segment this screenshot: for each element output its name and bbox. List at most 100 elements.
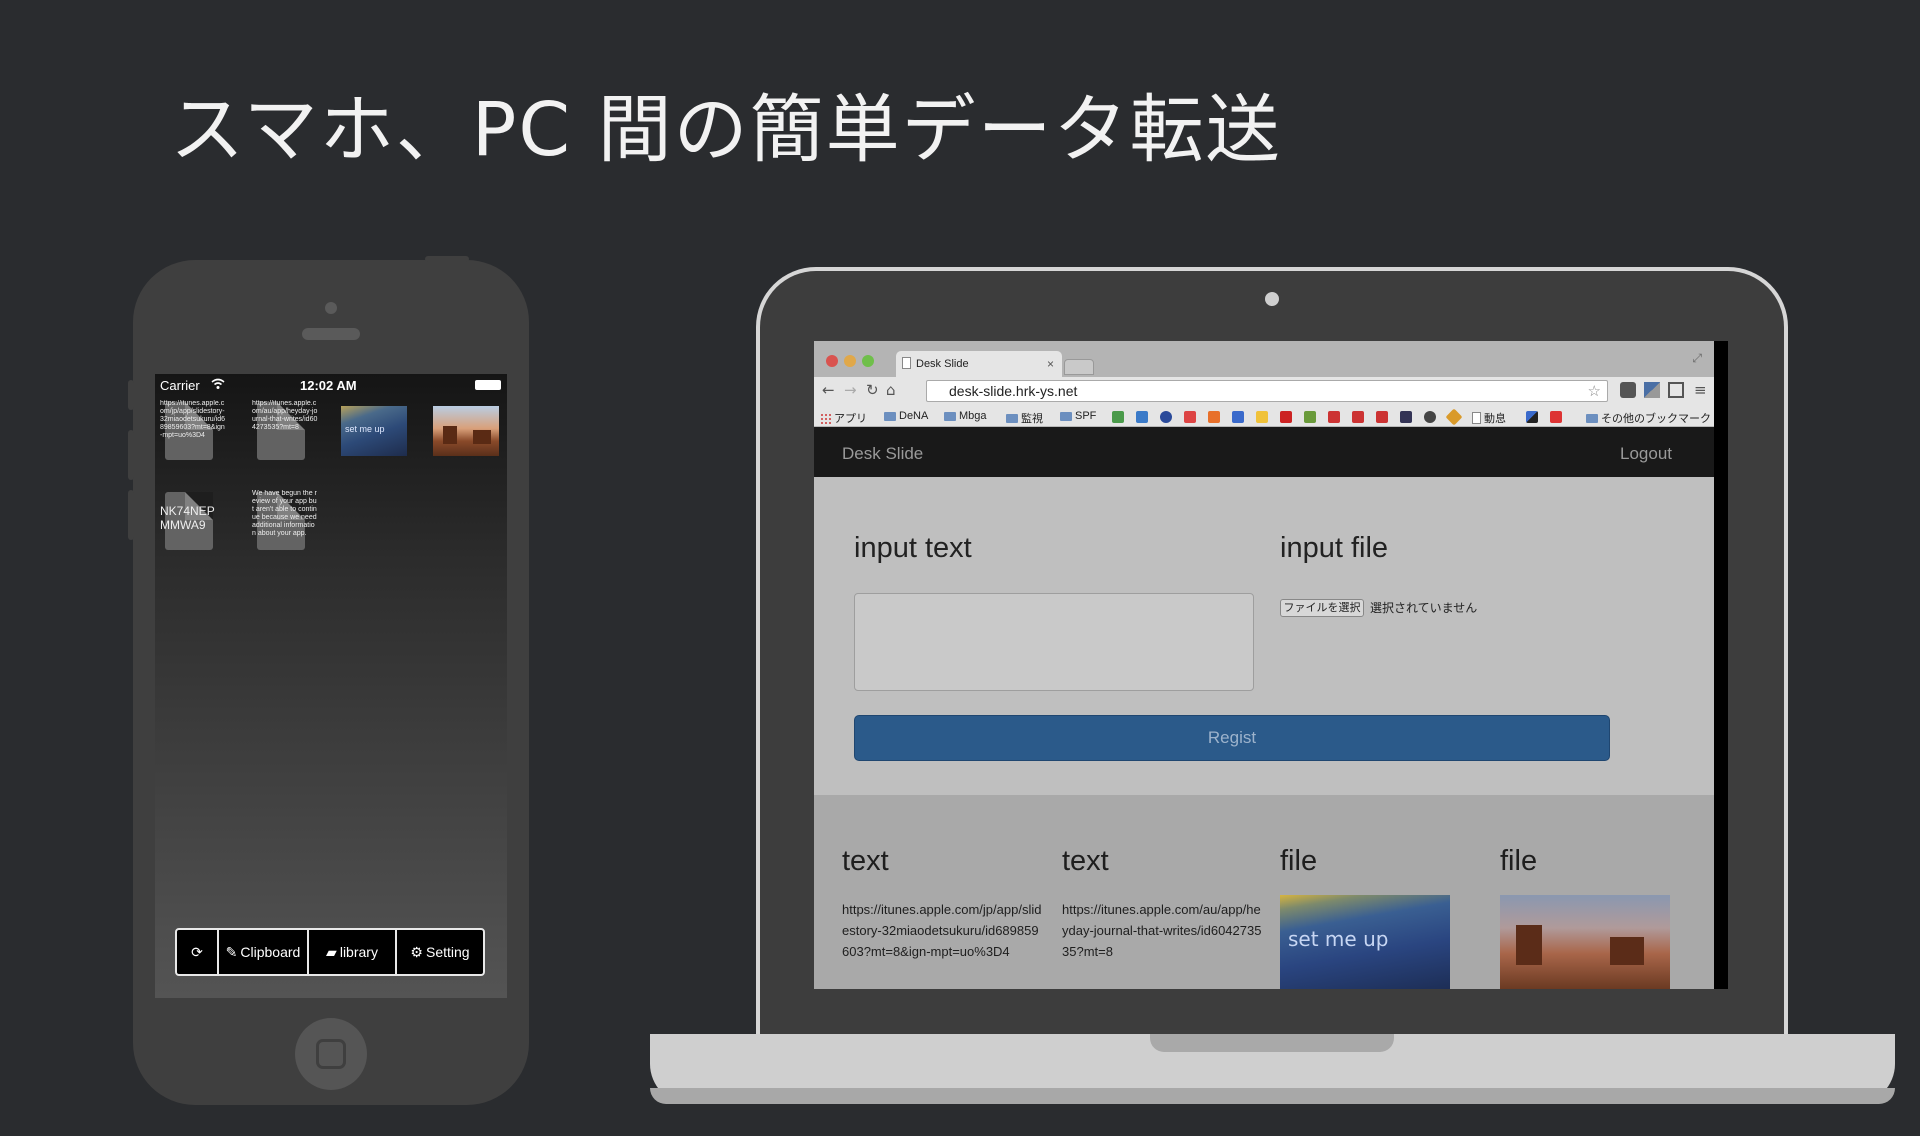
menu-icon[interactable]: ≡ [1694,381,1707,399]
volume-up-button [128,430,134,480]
laptop-screen: Desk Slide × ⤢ ← → ↻ ⌂ desk-slide.hrk-ys… [814,341,1728,989]
clipboard-tab[interactable]: ✎ Clipboard [219,930,309,974]
image-item[interactable]: set me up [341,398,411,464]
entry-text[interactable]: https://itunes.apple.com/jp/app/slidesto… [842,899,1042,962]
clipboard-tab-label: Clipboard [240,944,301,960]
entries-list: text https://itunes.apple.com/jp/app/sli… [814,795,1714,989]
entry-kind-label: file [1500,845,1538,877]
power-button [425,256,469,262]
entry-file-thumbnail[interactable]: set me up [1280,895,1450,989]
webcam [1265,292,1279,306]
folder-icon [1586,413,1598,423]
fullscreen-icon[interactable]: ⤢ [1692,351,1702,366]
pocket-favicon-icon[interactable] [1550,411,1562,423]
clip-item-text: https://itunes.apple.com/jp/app/slidesto… [160,400,225,439]
zoom-window-button[interactable] [862,355,874,367]
bookmark-favicon-icon[interactable] [1352,411,1364,423]
forward-arrow-icon[interactable]: → [844,381,857,399]
bookmark-favicon-icon[interactable] [1526,411,1538,423]
butte-shape [443,426,457,444]
blogger-icon[interactable] [1208,411,1220,423]
bookmark-folder[interactable]: 監視 [1006,410,1043,426]
logout-link[interactable]: Logout [1620,444,1672,464]
bookmark-favicon-icon[interactable] [1445,408,1463,426]
paperclip-icon: ✎ [225,943,238,960]
bookmark-star-icon[interactable]: ☆ [1588,382,1601,400]
text-input[interactable] [854,593,1254,691]
input-file-label: input file [1280,532,1389,564]
bookmark-favicon-icon[interactable] [1424,411,1436,423]
front-camera [325,302,337,314]
bookmark-favicon-icon[interactable] [1400,411,1412,423]
butte-shape [473,430,491,444]
bookmark-label: 監視 [1021,413,1043,425]
bookmark-folder[interactable]: Mbga [944,410,987,422]
refresh-icon: ⟳ [191,943,203,960]
address-bar[interactable]: desk-slide.hrk-ys.net ☆ [926,380,1608,402]
refresh-button[interactable]: ⟳ [177,930,219,974]
browser-titlebar: Desk Slide × ⤢ [814,341,1714,377]
clip-item-text: NK74NEP MMWA9 [160,504,215,532]
thumbnail-caption: set me up [345,424,385,434]
browser-tab[interactable]: Desk Slide × [896,351,1062,377]
status-time: 12:02 AM [300,378,357,393]
bookmark-page[interactable]: 動息 [1472,410,1506,426]
entry-file-thumbnail[interactable] [1500,895,1670,989]
clip-item[interactable]: NK74NEP MMWA9 [157,488,227,554]
new-tab-button[interactable] [1064,359,1094,375]
home-icon[interactable]: ⌂ [886,381,896,399]
butte-shape [1610,937,1644,965]
pocket-icon[interactable] [1620,382,1636,398]
library-tab[interactable]: ▰ library [309,930,397,974]
volume-down-button [128,490,134,540]
close-window-button[interactable] [826,355,838,367]
bookmark-favicon-icon[interactable] [1256,411,1268,423]
mute-switch [128,380,134,410]
bookmark-favicon-icon[interactable] [1280,411,1292,423]
browser-tab-title: Desk Slide [916,358,969,370]
entry-text[interactable]: https://itunes.apple.com/au/app/heyday-j… [1062,899,1262,962]
other-bookmarks[interactable]: その他のブックマーク [1586,410,1711,426]
bookmark-label: DeNA [899,410,929,422]
bottom-toolbar: ⟳ ✎ Clipboard ▰ library ⚙ Setting [175,928,485,976]
extension-icon[interactable] [1644,382,1660,398]
upload-form: input text input file ファイルを選択 選択されていません … [814,477,1714,795]
bookmark-folder[interactable]: SPF [1060,410,1096,422]
bookmark-favicon-icon[interactable] [1112,411,1124,423]
bookmark-label: 動息 [1484,413,1506,425]
clip-item-text: We have begun the review of your app but… [252,490,317,537]
cast-icon[interactable] [1668,382,1684,398]
bookmark-label: その他のブックマーク [1601,413,1711,425]
apps-grid-icon [820,412,831,424]
folder-icon: ▰ [326,943,337,960]
entry-kind-label: text [1062,845,1109,877]
back-arrow-icon[interactable]: ← [822,381,835,399]
reload-icon[interactable]: ↻ [866,381,879,399]
choose-file-button[interactable]: ファイルを選択 [1280,599,1364,617]
entry-kind-label: text [842,845,889,877]
regist-button[interactable]: Regist [854,715,1610,761]
bookmark-favicon-icon[interactable] [1328,411,1340,423]
clip-item-text: https://itunes.apple.com/au/app/heyday-j… [252,400,318,431]
bookmark-favicon-icon[interactable] [1160,411,1172,423]
laptop-notch [1150,1034,1394,1052]
app-brand-link[interactable]: Desk Slide [842,444,923,464]
bookmark-favicon-icon[interactable] [1376,411,1388,423]
close-tab-icon[interactable]: × [1047,357,1054,371]
setting-tab[interactable]: ⚙ Setting [397,930,483,974]
clip-item[interactable]: We have begun the review of your app but… [249,488,319,554]
setting-tab-label: Setting [425,944,470,960]
gmail-icon[interactable] [1184,411,1196,423]
bookmark-favicon-icon[interactable] [1232,411,1244,423]
bookmark-apps[interactable]: アプリ [820,410,867,426]
bookmark-favicon-icon[interactable] [1136,411,1148,423]
image-thumbnail [433,406,499,456]
image-item[interactable] [433,398,503,464]
clip-item[interactable]: https://itunes.apple.com/jp/app/slidesto… [157,398,227,464]
clip-item[interactable]: https://itunes.apple.com/au/app/heyday-j… [249,398,319,464]
bookmarks-bar: アプリ DeNA Mbga 監視 SPF 動息 その他のブックマーク [814,405,1714,427]
bookmark-label: アプリ [834,413,867,425]
minimize-window-button[interactable] [844,355,856,367]
bookmark-favicon-icon[interactable] [1304,411,1316,423]
bookmark-folder[interactable]: DeNA [884,410,928,422]
